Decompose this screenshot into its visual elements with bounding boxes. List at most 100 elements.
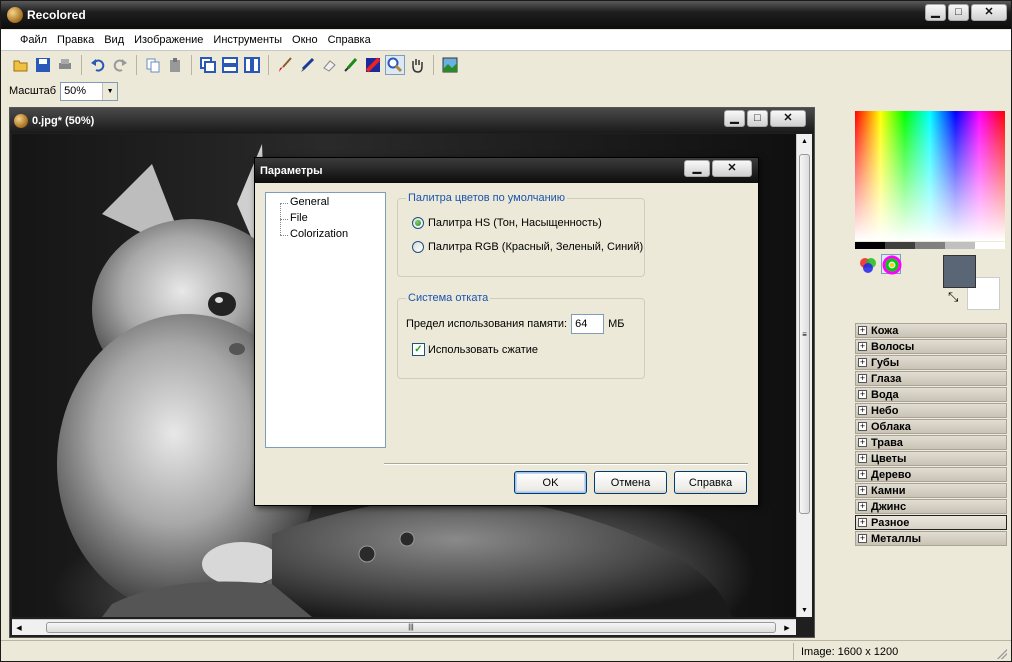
vertical-scroll-thumb[interactable]: ≡ <box>799 154 810 514</box>
foreground-color-swatch[interactable] <box>943 255 976 288</box>
expand-plus-icon[interactable]: + <box>858 358 867 367</box>
swap-colors-icon[interactable]: ⤡ <box>948 289 958 305</box>
expand-plus-icon[interactable]: + <box>858 502 867 511</box>
category-item[interactable]: + Металлы <box>855 531 1007 546</box>
toolbar <box>5 52 465 78</box>
category-item[interactable]: + Трава <box>855 435 1007 450</box>
hand-icon[interactable] <box>407 55 427 75</box>
redo-icon[interactable] <box>110 55 130 75</box>
doc-maximize-button[interactable]: □ <box>747 110 768 127</box>
undo-icon[interactable] <box>88 55 108 75</box>
expand-plus-icon[interactable]: + <box>858 470 867 479</box>
category-item[interactable]: + Разное <box>855 515 1007 530</box>
chevron-down-icon[interactable]: ▼ <box>102 82 118 100</box>
menu-window[interactable]: Окно <box>287 30 323 50</box>
expand-plus-icon[interactable]: + <box>858 534 867 543</box>
save-icon[interactable] <box>33 55 53 75</box>
print-icon[interactable] <box>55 55 75 75</box>
compression-option[interactable]: ✓ Использовать сжатие <box>412 343 538 356</box>
fill-color-icon[interactable] <box>363 55 383 75</box>
expand-plus-icon[interactable]: + <box>858 486 867 495</box>
image-compare-icon[interactable] <box>440 55 460 75</box>
scroll-right-icon[interactable]: ▶ <box>780 620 794 635</box>
memory-limit-input[interactable]: 64 <box>571 314 605 334</box>
compression-checkbox[interactable]: ✓ <box>412 343 425 356</box>
zoom-select[interactable]: 50% ▼ <box>60 81 119 101</box>
maximize-button[interactable]: □ <box>948 4 969 21</box>
scroll-up-icon[interactable]: ▲ <box>797 134 812 148</box>
menu-image[interactable]: Изображение <box>129 30 208 50</box>
menu-help[interactable]: Справка <box>323 30 376 50</box>
category-item[interactable]: + Вода <box>855 387 1007 402</box>
category-item[interactable]: + Глаза <box>855 371 1007 386</box>
eraser-icon[interactable] <box>319 55 339 75</box>
resize-grip[interactable] <box>997 649 1007 659</box>
rgb-mode-icon[interactable] <box>857 254 877 274</box>
category-label: Металлы <box>871 532 922 545</box>
settings-tree[interactable]: General File Colorization <box>265 192 386 448</box>
expand-plus-icon[interactable]: + <box>858 342 867 351</box>
category-item[interactable]: + Кожа <box>855 323 1007 338</box>
category-item[interactable]: + Губы <box>855 355 1007 370</box>
copy-icon[interactable] <box>143 55 163 75</box>
radio-rgb[interactable] <box>412 241 424 253</box>
radio-hs[interactable] <box>412 217 424 229</box>
tree-item-file[interactable]: File <box>290 212 308 224</box>
tree-item-general[interactable]: General <box>290 196 329 208</box>
vertical-scrollbar[interactable]: ▲ ≡ ▼ <box>796 134 812 617</box>
category-item[interactable]: + Дерево <box>855 467 1007 482</box>
radio-rgb-option[interactable]: Палитра RGB (Красный, Зеленый, Синий) <box>412 241 643 253</box>
hs-mode-icon[interactable] <box>881 254 902 275</box>
title-bar[interactable]: Recolored ▁ □ ✕ <box>1 1 1011 29</box>
radio-hs-option[interactable]: Палитра HS (Тон, Насыщенность) <box>412 217 602 229</box>
view-split-horizontal-icon[interactable] <box>220 55 240 75</box>
dialog-close-button[interactable]: ✕ <box>712 160 752 177</box>
tree-item-colorization[interactable]: Colorization <box>290 228 348 240</box>
menu-view[interactable]: Вид <box>99 30 129 50</box>
scroll-down-icon[interactable]: ▼ <box>797 603 812 617</box>
view-overlay-icon[interactable] <box>198 55 218 75</box>
document-title-bar[interactable]: 0.jpg* (50%) ▁ □ ✕ <box>10 108 814 133</box>
expand-plus-icon[interactable]: + <box>858 422 867 431</box>
expand-plus-icon[interactable]: + <box>858 326 867 335</box>
color-palette[interactable] <box>855 111 1005 241</box>
open-icon[interactable] <box>11 55 31 75</box>
help-button[interactable]: Справка <box>674 471 747 494</box>
cancel-button[interactable]: Отмена <box>594 471 667 494</box>
category-item[interactable]: + Волосы <box>855 339 1007 354</box>
menu-edit[interactable]: Правка <box>52 30 99 50</box>
dialog-title-bar[interactable]: Параметры ▁ ✕ <box>255 158 758 183</box>
pencil-icon[interactable] <box>297 55 317 75</box>
expand-plus-icon[interactable]: + <box>858 518 867 527</box>
dialog-minimize-button[interactable]: ▁ <box>684 160 710 177</box>
close-button[interactable]: ✕ <box>971 4 1007 21</box>
category-item[interactable]: + Джинс <box>855 499 1007 514</box>
category-item[interactable]: + Небо <box>855 403 1007 418</box>
category-item[interactable]: + Облака <box>855 419 1007 434</box>
expand-plus-icon[interactable]: + <box>858 454 867 463</box>
menu-file[interactable]: Файл <box>15 30 52 50</box>
expand-plus-icon[interactable]: + <box>858 374 867 383</box>
category-item[interactable]: + Камни <box>855 483 1007 498</box>
eyedropper-icon[interactable] <box>341 55 361 75</box>
view-split-vertical-icon[interactable] <box>242 55 262 75</box>
category-item[interactable]: + Цветы <box>855 451 1007 466</box>
paste-icon[interactable] <box>165 55 185 75</box>
grayscale-strip[interactable] <box>855 242 1005 249</box>
menu-tools[interactable]: Инструменты <box>208 30 287 50</box>
brush-icon[interactable] <box>275 55 295 75</box>
expand-plus-icon[interactable]: + <box>858 438 867 447</box>
expand-plus-icon[interactable]: + <box>858 390 867 399</box>
doc-minimize-button[interactable]: ▁ <box>724 110 745 127</box>
category-label: Цветы <box>871 452 907 465</box>
horizontal-scroll-thumb[interactable]: ||| <box>46 622 776 633</box>
category-label: Разное <box>871 516 910 529</box>
zoom-icon[interactable] <box>385 55 405 75</box>
ok-button[interactable]: OK <box>514 471 587 494</box>
doc-close-button[interactable]: ✕ <box>770 110 806 127</box>
horizontal-scrollbar[interactable]: ◀ ||| ▶ <box>12 619 796 635</box>
radio-hs-label: Палитра HS (Тон, Насыщенность) <box>428 217 602 229</box>
expand-plus-icon[interactable]: + <box>858 406 867 415</box>
minimize-button[interactable]: ▁ <box>925 4 946 21</box>
scroll-left-icon[interactable]: ◀ <box>12 620 26 635</box>
